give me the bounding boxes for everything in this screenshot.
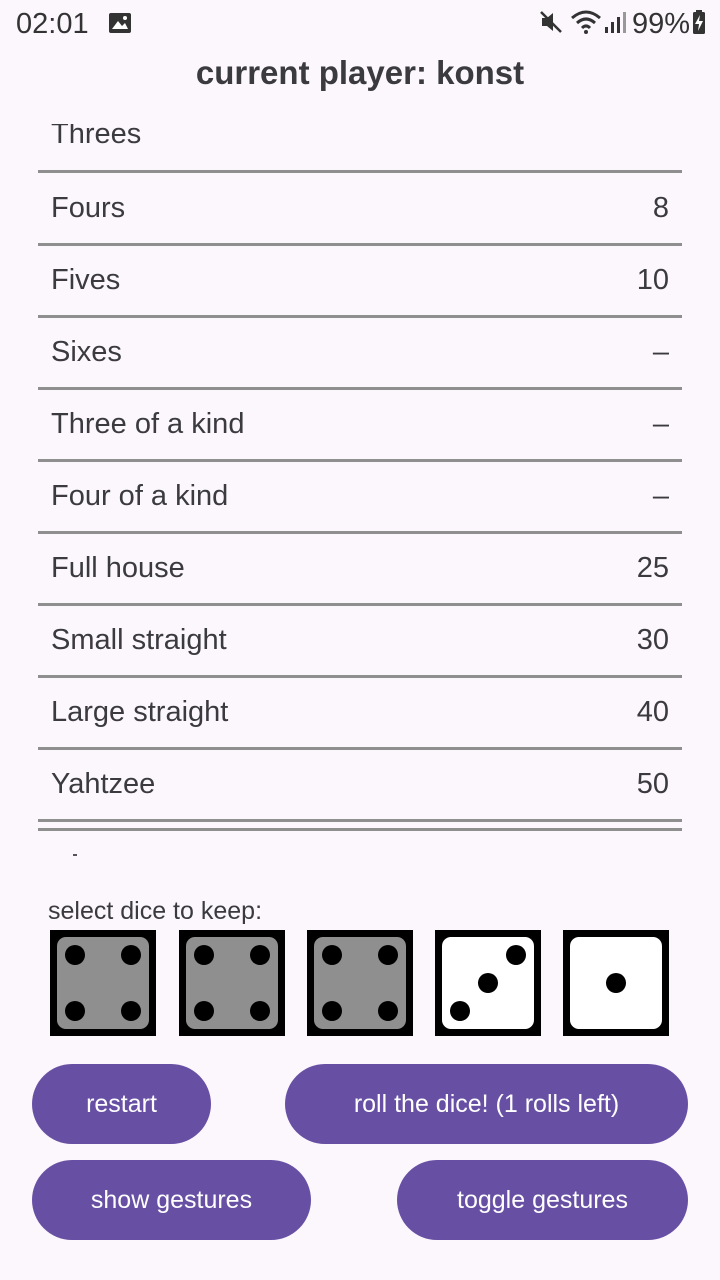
die-pip (322, 945, 342, 965)
score-row-value: 50 (636, 767, 669, 800)
score-row[interactable]: Full house 25 (38, 533, 682, 606)
score-row-label: Fives (51, 263, 121, 296)
scroll-indicator (73, 854, 77, 856)
die-pip (194, 1001, 214, 1021)
roll-dice-button[interactable]: roll the dice! (1 rolls left) (285, 1064, 688, 1144)
score-row-label-partial: Threes (51, 124, 142, 150)
die-four-kept[interactable] (179, 930, 285, 1036)
die-pip (506, 945, 526, 965)
score-row[interactable]: Four of a kind – (38, 461, 682, 534)
score-row-value: – (652, 407, 669, 440)
score-row[interactable]: Fours 8 (38, 173, 682, 246)
score-row[interactable]: Large straight 40 (38, 677, 682, 750)
die-pip (478, 973, 498, 993)
die-face (570, 937, 662, 1029)
score-row-value: – (652, 479, 669, 512)
score-row[interactable]: Three of a kind – (38, 389, 682, 462)
die-pip (378, 945, 398, 965)
die-face (442, 937, 534, 1029)
die-four-kept[interactable] (50, 930, 156, 1036)
status-time: 02:01 (16, 8, 89, 40)
score-list[interactable]: Threes Fours 8 Fives 10 Sixes – Three of… (38, 124, 682, 844)
score-row[interactable]: Yahtzee 50 (38, 749, 682, 822)
die-four-kept[interactable] (307, 930, 413, 1036)
die-one[interactable] (563, 930, 669, 1036)
restart-button[interactable]: restart (32, 1064, 211, 1144)
mute-icon (538, 9, 564, 40)
score-row-label: Three of a kind (51, 407, 245, 440)
die-pip (121, 945, 141, 965)
die-pip (194, 945, 214, 965)
die-face (314, 937, 406, 1029)
score-row-label: Small straight (51, 623, 227, 656)
show-gestures-button[interactable]: show gestures (32, 1160, 311, 1240)
score-row-label: Four of a kind (51, 479, 229, 512)
score-row-label: Yahtzee (51, 767, 156, 800)
score-row-value: 10 (636, 263, 669, 296)
die-face (186, 937, 278, 1029)
score-row-value: 25 (636, 551, 669, 584)
toggle-gestures-button[interactable]: toggle gestures (397, 1160, 688, 1240)
die-face (57, 937, 149, 1029)
signal-icon (604, 9, 626, 40)
die-pip (450, 1001, 470, 1021)
score-row[interactable]: Small straight 30 (38, 605, 682, 678)
dice-row (50, 930, 670, 1036)
score-row[interactable]: Sixes – (38, 317, 682, 390)
die-pip (322, 1001, 342, 1021)
status-bar: 02:01 99% (0, 0, 720, 48)
die-three[interactable] (435, 930, 541, 1036)
score-row-label: Sixes (51, 335, 122, 368)
score-row-label: Fours (51, 191, 126, 224)
die-pip (250, 1001, 270, 1021)
score-row-label: Full house (51, 551, 185, 584)
wifi-icon (570, 9, 602, 40)
die-pip (378, 1001, 398, 1021)
die-pip (606, 973, 626, 993)
score-row[interactable]: Fives 10 (38, 245, 682, 318)
status-icons: 99% (538, 8, 706, 41)
score-row-label: Large straight (51, 695, 229, 728)
die-pip (121, 1001, 141, 1021)
score-row-value: 30 (636, 623, 669, 656)
die-pip (65, 1001, 85, 1021)
list-bottom-divider (38, 828, 682, 831)
battery-charging-icon (692, 9, 706, 40)
score-row-value: – (652, 335, 669, 368)
score-row-value: 8 (652, 191, 669, 224)
battery-percent: 99% (631, 8, 690, 40)
dice-keep-label: select dice to keep: (48, 897, 263, 925)
die-pip (250, 945, 270, 965)
die-pip (65, 945, 85, 965)
image-icon (108, 12, 132, 39)
score-row-value: 40 (636, 695, 669, 728)
page-title: current player: konst (195, 54, 525, 91)
